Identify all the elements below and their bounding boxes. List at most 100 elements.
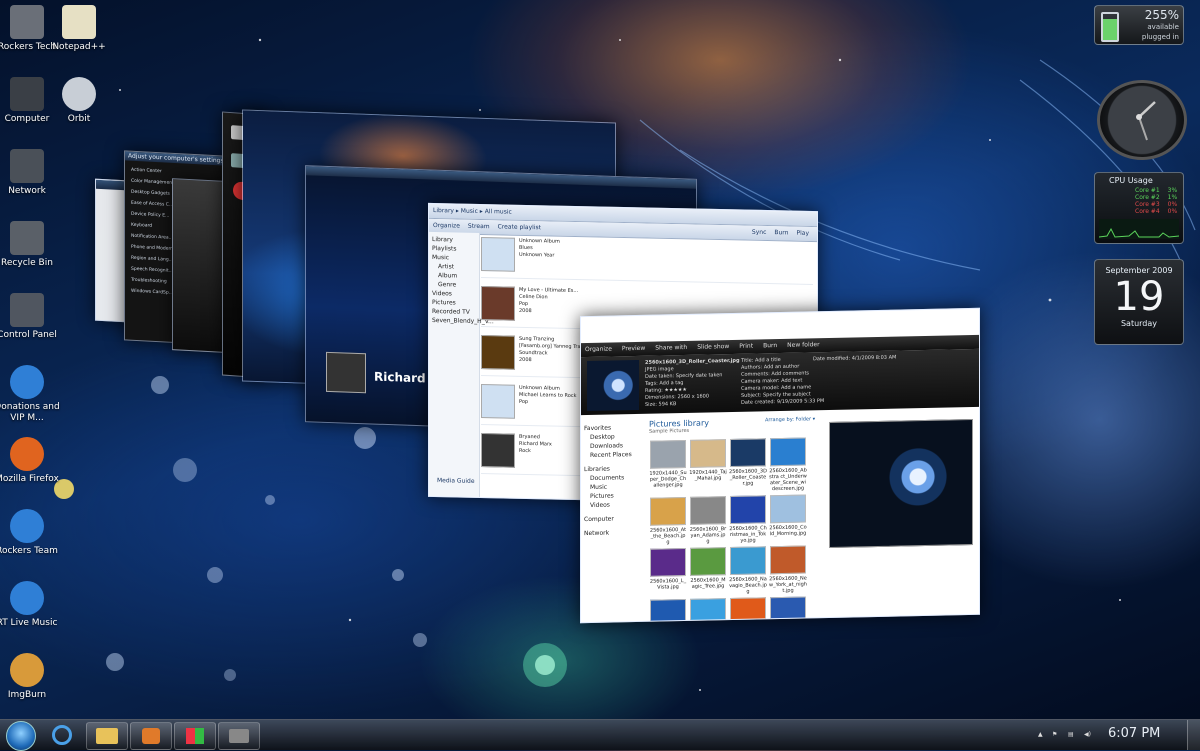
battery-status: available [1147,23,1179,31]
toolbar-button[interactable]: Share with [655,344,687,352]
picture-thumbnail[interactable]: 2560x1600_L_Vista.jpg [649,547,687,591]
start-button[interactable] [6,721,36,751]
preview-pane [829,418,973,548]
picture-thumbnail[interactable]: 2560x1600_Christmas_in_Tokyo.jpg [729,495,767,544]
media-player-tab[interactable]: Sync [752,226,766,240]
desktop-icon-label: Orbit [67,114,91,124]
nav-item[interactable]: Videos [584,500,640,510]
desktop-icon[interactable]: RT Live Music [0,581,64,629]
media-player-tab[interactable]: Play [796,227,809,241]
taskbar-media-player-button[interactable] [130,722,172,750]
nav-item[interactable]: Computer [584,514,640,524]
cpu-core-row: Core #3 0% [1135,201,1177,208]
desktop-icon-label: Recycle Bin [1,258,53,268]
battery-gadget[interactable]: 255% available plugged in [1094,5,1184,45]
desktop-icon-label: Notepad++ [52,42,106,52]
thumbnail-label: 2560x1600_Magic_Tree.jpg [690,577,726,590]
desktop-icon[interactable]: Control Panel [0,293,64,341]
desktop-icon[interactable]: Donations and VIP M... [0,365,64,424]
desktop-icon[interactable]: Recycle Bin [0,221,64,269]
desktop-icon[interactable]: ImgBurn [0,653,64,701]
picture-thumbnail[interactable]: 2560x1600_Abstra ct_Underwater_Scene_wid… [769,437,807,492]
thumbnail-image [650,496,686,526]
toolbar-button[interactable]: Burn [763,342,777,349]
internet-explorer-icon [10,581,44,615]
thumbnail-label: 1920x1440_Taj_Mahal.jpg [689,469,727,482]
calendar-gadget[interactable]: September 2009 19 Saturday [1094,259,1184,345]
desktop-icon-label: Network [8,186,46,196]
desktop-icon-label: ImgBurn [7,690,47,700]
media-guide-button[interactable]: Media Guide [437,477,475,485]
taskbar-clock[interactable]: 6:07 PM [1108,726,1160,741]
desktop-icon[interactable]: Notepad++ [42,5,116,53]
picture-thumbnail[interactable]: 1920x1440_Taj_Mahal.jpg [689,439,727,482]
thumbnail-image [770,437,806,467]
cpu-core-value: 0% [1167,201,1178,208]
action-center-icon[interactable]: ⚑ [1052,731,1057,738]
taskbar-control-panel-button[interactable] [218,722,260,750]
nav-item[interactable]: Network [584,528,640,538]
picture-thumbnail[interactable] [769,596,807,624]
picture-thumbnail[interactable]: 2560x1600_Magic_Tree.jpg [689,547,727,590]
thumbnail-label: 2560x1600_Navagio_Beach.jpg [729,576,767,595]
volume-icon[interactable]: ◀) [1084,731,1091,738]
desktop-icon[interactable]: Mozilla Firefox [0,437,64,485]
album-art [326,351,366,394]
album-row[interactable]: Unknown Album Blues Unknown Year [481,237,813,285]
thumbnail-image [770,545,806,575]
picture-thumbnail[interactable]: 2560x1600_Bryan_Adams.jpg [689,496,727,545]
thumbnail-label: 2560x1600_Bryan_Adams.jpg [689,526,727,545]
thumbnail-label: 2560x1600_3D_Roller_Coaster.jpg [729,468,767,487]
taskbar-windows-button[interactable] [174,722,216,750]
thumbnail-image [690,496,726,525]
album-genre: Unknown Year [519,251,555,259]
toolbar-button[interactable]: Organize [585,346,612,354]
arrange-by-dropdown[interactable]: Arrange by: Folder ▾ [765,416,815,423]
desktop-icon[interactable]: Rockers Team [0,509,64,557]
media-player-tab[interactable]: Burn [774,226,788,240]
toolbar-button[interactable]: Slide show [697,343,729,351]
desktop-icon[interactable]: Network [0,149,64,197]
clock-gadget[interactable] [1097,80,1187,160]
taskbar-explorer-button[interactable] [86,722,128,750]
internet-explorer-icon [52,725,72,745]
calendar-day: 19 [1113,274,1165,320]
album-cover [481,286,515,321]
picture-thumbnail[interactable] [689,598,727,624]
picture-thumbnail[interactable]: 2560x1600_Cold_Morning.jpg [769,494,807,537]
nav-item[interactable]: Seven_Blendy_H_V... [432,316,494,326]
toolbar-button[interactable]: Organize [433,222,460,230]
window-pictures-library[interactable]: Organize Preview Share with Slide show Print… [580,307,980,624]
cpu-cores: Core #1 3% Core #2 1% Core #3 0% Core #4 0% [1135,187,1177,215]
toolbar-button[interactable]: New folder [787,341,819,349]
toolbar-button[interactable]: Preview [622,345,645,352]
media-player-icon [142,728,160,744]
picture-thumbnail[interactable]: 2560x1600_At_the_Beach.jpg [649,496,687,546]
picture-thumbnail[interactable]: 2560x1600_3D_Roller_Coaster.jpg [729,438,767,487]
picture-thumbnail[interactable] [729,597,767,624]
orbit-download-icon [62,77,96,111]
taskbar-ie-button[interactable] [42,722,82,748]
toolbar-button[interactable]: Create playlist [498,223,541,231]
detail-date-created: Date created: 9/19/2009 5:33 PM [741,398,825,406]
thumbnail-image [650,598,686,624]
detail-size: Size: 594 KB [645,401,677,408]
picture-thumbnail[interactable]: 2560x1600_Navagio_Beach.jpg [729,546,767,595]
desktop-icon[interactable]: Orbit [42,77,116,125]
picture-thumbnail[interactable]: 1920x1440_Super_Dodge_Challenger.jpg [649,439,687,489]
show-hidden-icons-icon[interactable]: ▲ [1038,731,1043,738]
thumbnail-label: 2560x1600_Christmas_in_Tokyo.jpg [729,525,767,544]
thumbnail-image [650,439,686,469]
internet-explorer-icon [10,365,44,399]
cpu-usage-gadget[interactable]: CPU Usage Core #1 3% Core #2 1% Core #3 0% Cor… [1094,172,1184,244]
toolbar-button[interactable]: Print [739,343,753,350]
folder-icon [96,728,118,744]
desktop-icon-label: Mozilla Firefox [0,474,59,484]
toolbar-button[interactable]: Stream [468,223,490,230]
show-desktop-button[interactable] [1187,720,1200,750]
network-tray-icon[interactable]: ▤ [1068,731,1074,738]
picture-thumbnail[interactable]: 2560x1600_New_York_at_night.jpg [769,545,807,594]
nav-item[interactable]: Recent Places [584,450,640,460]
folder-gear-icon [10,5,44,39]
picture-thumbnail[interactable] [649,598,687,624]
